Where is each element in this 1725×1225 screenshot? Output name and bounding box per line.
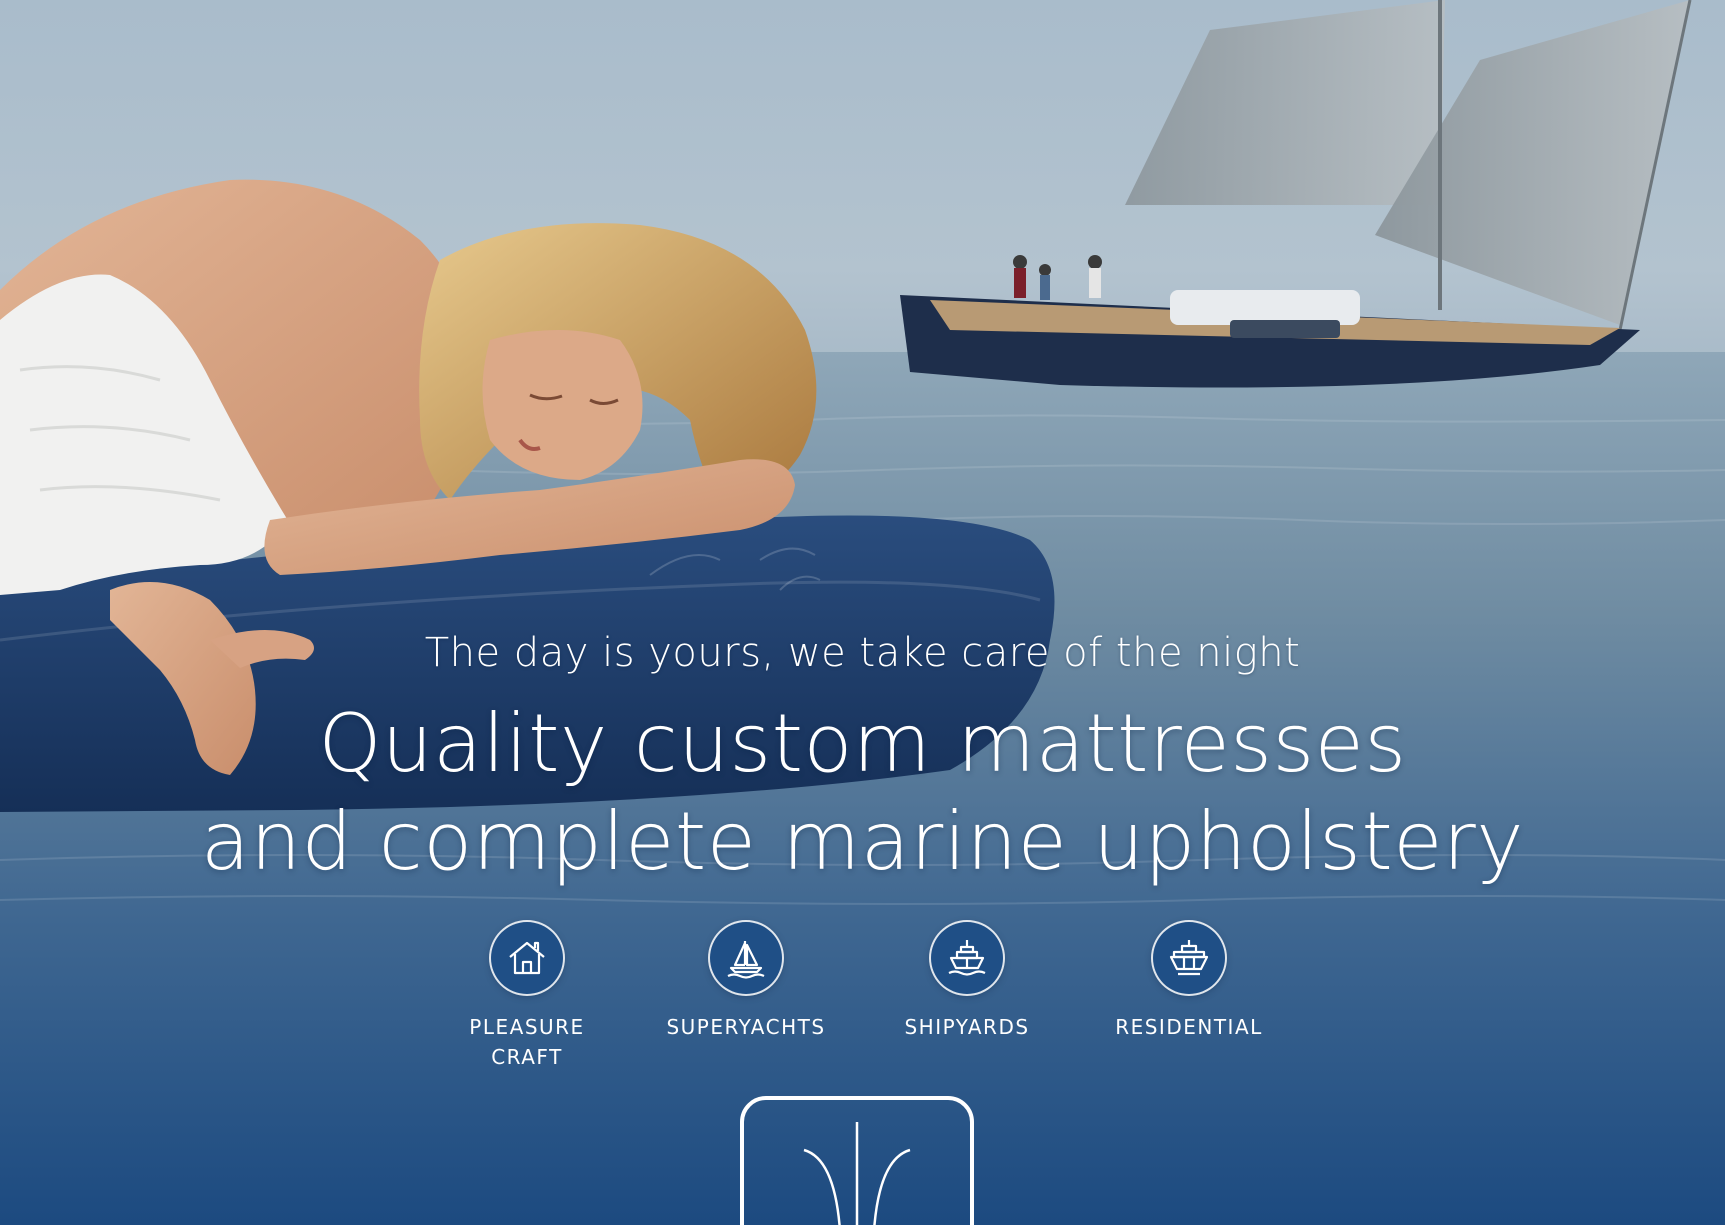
ship-icon bbox=[931, 922, 1003, 994]
advertisement-page: The day is yours, we take care of the ni… bbox=[0, 0, 1725, 1225]
brand-logo bbox=[740, 1096, 974, 1225]
headline: Quality custom mattresses and complete m… bbox=[0, 695, 1725, 891]
headline-line-2: and complete marine upholstery bbox=[200, 795, 1525, 888]
tagline: The day is yours, we take care of the ni… bbox=[424, 630, 1301, 676]
cruise-ship-icon bbox=[1153, 922, 1225, 994]
category-list: PLEASURE CRAFT SUPERYACHTS SHIPYARDS RES… bbox=[0, 922, 1725, 1082]
house-icon bbox=[491, 922, 563, 994]
category-shipyards[interactable]: SHIPYARDS bbox=[867, 922, 1067, 1042]
category-label: PLEASURE CRAFT bbox=[469, 1015, 585, 1069]
logo-mark-icon bbox=[803, 1122, 911, 1225]
category-residential[interactable]: RESIDENTIAL bbox=[1089, 922, 1289, 1042]
category-label: RESIDENTIAL bbox=[1115, 1015, 1263, 1039]
sailboat-icon bbox=[710, 922, 782, 994]
category-pleasure-craft[interactable]: PLEASURE CRAFT bbox=[427, 922, 627, 1072]
category-label: SHIPYARDS bbox=[904, 1015, 1030, 1039]
category-label: SUPERYACHTS bbox=[666, 1015, 826, 1039]
text-overlay: The day is yours, we take care of the ni… bbox=[0, 0, 1725, 1225]
headline-line-1: Quality custom mattresses bbox=[318, 697, 1407, 790]
category-superyachts[interactable]: SUPERYACHTS bbox=[646, 922, 846, 1042]
